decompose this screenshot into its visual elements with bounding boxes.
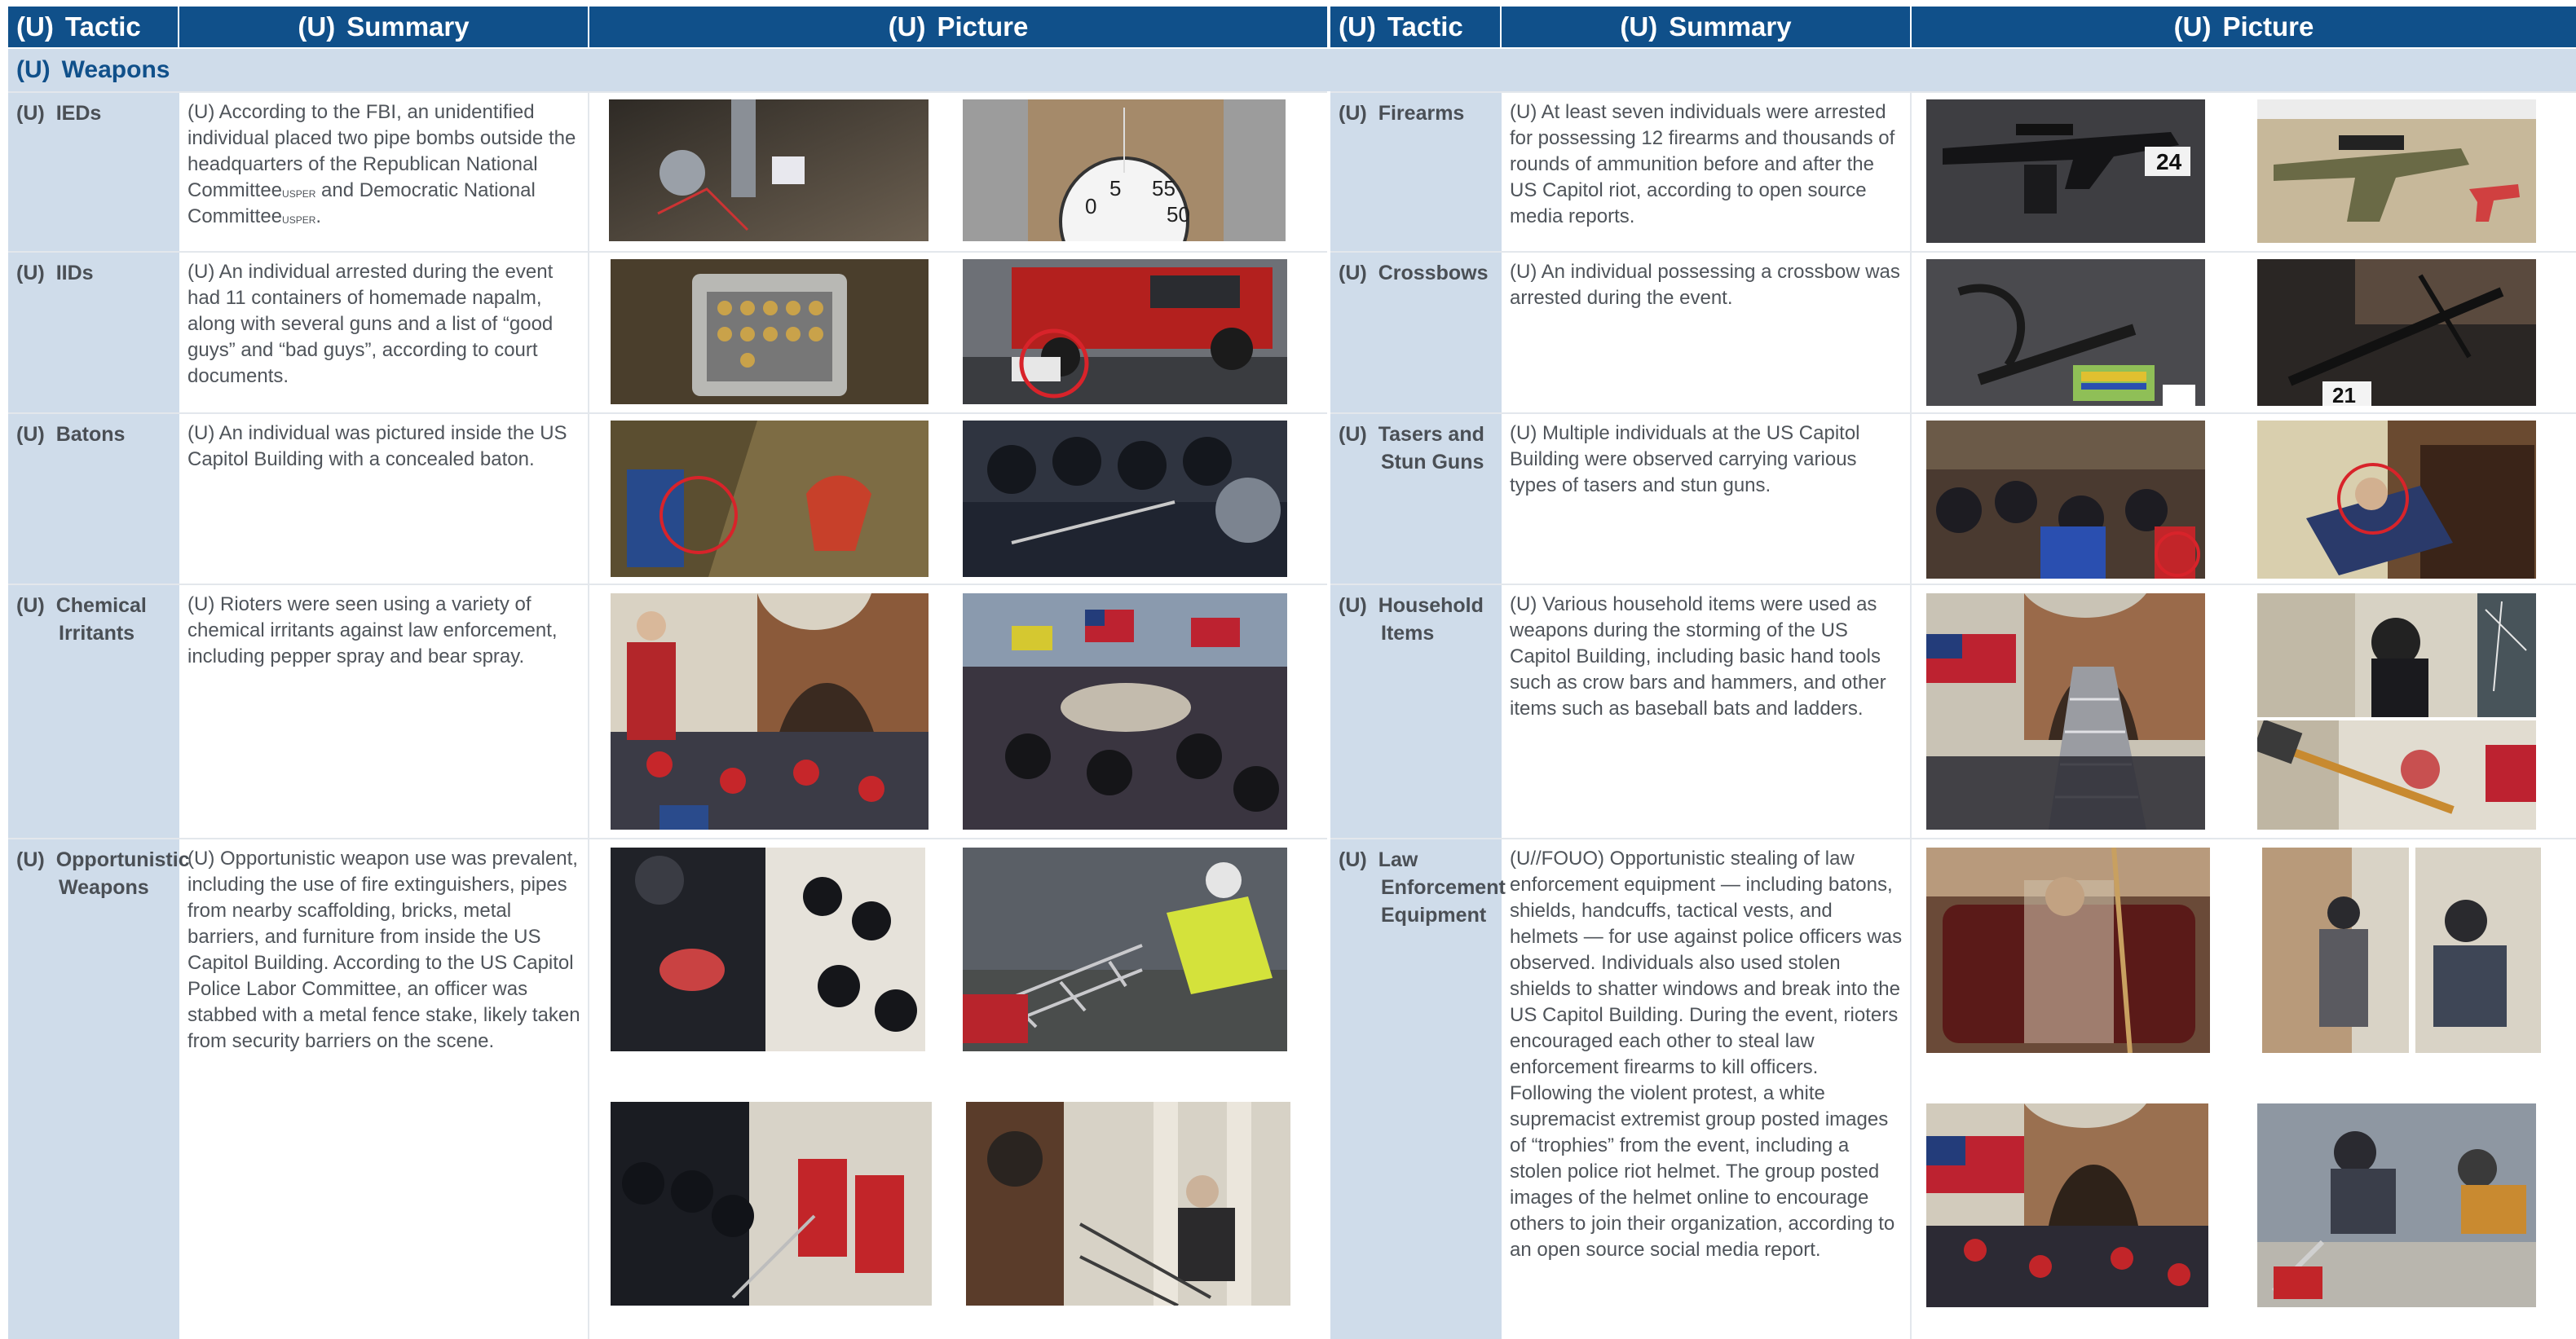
header-summary: (U) Summary [179, 7, 589, 47]
stairway-railing-photo [966, 1102, 1290, 1306]
concealed-baton-photo [611, 421, 929, 577]
window-smash-photo [2257, 593, 2536, 717]
office-desk-taser-photo [2257, 421, 2536, 579]
tactic-cell: (U) IEDs [8, 93, 179, 251]
table-row-iids: (U) IIDs (U) An individual arrested durin… [8, 251, 1327, 412]
riot-police-doorway-photo [611, 1102, 932, 1306]
svg-text:50: 50 [1167, 202, 1190, 227]
sledgehammer-photo [2257, 720, 2536, 830]
table-row-tasers-stun-guns: (U) Tasers and Stun Guns (U) Multiple indi… [1330, 412, 2576, 584]
tactic-cell: (U) Chemical Irritants [8, 585, 179, 838]
capitol-stairs-flag-photo [1926, 1103, 2208, 1307]
picture-cell [1912, 414, 2576, 584]
crossbow-evidence-photo [1926, 259, 2205, 406]
picture-cell [589, 839, 1327, 1339]
ladder-steps-photo [1926, 593, 2205, 830]
tactic-cell: (U) IIDs [8, 253, 179, 412]
summary-cell: (U) Opportunistic weapon use was prevale… [179, 839, 589, 1339]
table-header-right: (U) Tactic (U) Summary (U) Picture [1330, 7, 2576, 47]
summary-cell: (U//FOUO) Opportunistic stealing of law … [1502, 839, 1912, 1339]
summary-cell: (U) An individual was pictured inside th… [179, 414, 589, 584]
table-right-half: (U) Tactic (U) Summary (U) Picture (U) Firea… [1330, 7, 2576, 1339]
rifle-on-table-photo [2257, 99, 2536, 243]
tactic-cell: (U) Tasers and Stun Guns [1330, 414, 1502, 584]
pipe-bomb-photo [609, 99, 929, 241]
table-row-firearms: (U) Firearms (U) At least seven individua… [1330, 91, 2576, 251]
crowd-taser-photo [1926, 421, 2205, 579]
flag-crowd-spray-photo [963, 593, 1287, 830]
evidence-marker-21: 21 [2332, 383, 2356, 406]
shield-on-sofa-photo [1926, 848, 2210, 1053]
officer-struggle-photo [2262, 848, 2541, 1053]
table-row-chemical-irritants: (U) Chemical Irritants (U) Rioters were se… [8, 584, 1327, 838]
picture-cell [1912, 839, 2576, 1339]
header-summary: (U) Summary [1502, 7, 1912, 47]
picture-cell [589, 585, 1327, 838]
summary-cell: (U) Rioters were seen using a variety of… [179, 585, 589, 838]
napalm-containers-photo [611, 259, 929, 404]
tactic-cell: (U) Batons [8, 414, 179, 584]
tactic-cell: (U) Opportunistic Weapons [8, 839, 190, 1339]
police-line-photo [963, 421, 1287, 577]
tactic-cell: (U) Crossbows [1330, 253, 1502, 412]
header-tactic: (U) Tactic [1330, 7, 1502, 47]
table-row-batons: (U) Batons (U) An individual was pictured… [8, 412, 1327, 584]
summary-cell: (U) An individual arrested during the ev… [179, 253, 589, 412]
section-weapons: (U) Weapons [8, 49, 2576, 91]
table-row-crossbows: (U) Crossbows (U) An individual possessin… [1330, 251, 2576, 412]
picture-cell: 21 [1912, 253, 2576, 412]
header-picture: (U) Picture [888, 11, 1029, 42]
tactic-cell: (U) Household Items [1330, 585, 1502, 838]
svg-text:55: 55 [1152, 176, 1176, 200]
header-picture: (U) Picture [2173, 11, 2314, 42]
summary-cell: (U) Various household items were used as… [1502, 585, 1912, 838]
table-row-ieds: (U) IEDs (U) According to the FBI, an uni… [8, 91, 1327, 251]
table-row-law-enforcement-equipment: (U) Law Enforcement Equipment (U//FOUO) Opp… [1330, 838, 2576, 1339]
summary-cell: (U) An individual possessing a crossbow … [1502, 253, 1912, 412]
svg-text:5: 5 [1109, 176, 1121, 200]
summary-cell: (U) Multiple individuals at the US Capit… [1502, 414, 1912, 584]
metal-barrier-photo [963, 848, 1287, 1051]
svg-text:0: 0 [1085, 194, 1096, 218]
picture-cell [1912, 585, 2576, 838]
table-row-opportunistic-weapons: (U) Opportunistic Weapons (U) Opportunisti… [8, 838, 1327, 1339]
tactic-cell: (U) Law Enforcement Equipment [1330, 839, 1506, 1339]
fire-extinguisher-photo [611, 848, 925, 1051]
timer-photo: 0 5 55 50 [963, 99, 1286, 241]
summary-cell: (U) According to the FBI, an unidentifie… [179, 93, 589, 251]
picture-cell [589, 253, 1327, 412]
capitol-archway-crowd-photo [611, 593, 929, 830]
red-truck-photo [963, 259, 1287, 404]
rifle-evidence-photo: 24 [1926, 99, 2205, 243]
picture-cell: 24 [1912, 93, 2576, 251]
table-left-half: (U) Tactic (U) Summary (U) Picture (U) IEDs … [8, 7, 1327, 1339]
summary-cell: (U) At least seven individuals were arre… [1502, 93, 1912, 251]
table-row-household-items: (U) Household Items (U) Various household … [1330, 584, 2576, 838]
crossbow-in-vehicle-photo: 21 [2257, 259, 2536, 406]
officer-on-ground-photo [2257, 1103, 2536, 1307]
weapons-table: (U) Tactic (U) Summary (U) Picture (U) IEDs … [8, 7, 2576, 1339]
evidence-marker-24: 24 [2156, 149, 2182, 174]
tactic-cell: (U) Firearms [1330, 93, 1502, 251]
header-tactic: (U) Tactic [8, 7, 179, 47]
picture-cell [589, 414, 1327, 584]
table-header-left: (U) Tactic (U) Summary (U) Picture [8, 7, 1327, 47]
picture-cell: 0 5 55 50 [589, 93, 1327, 251]
